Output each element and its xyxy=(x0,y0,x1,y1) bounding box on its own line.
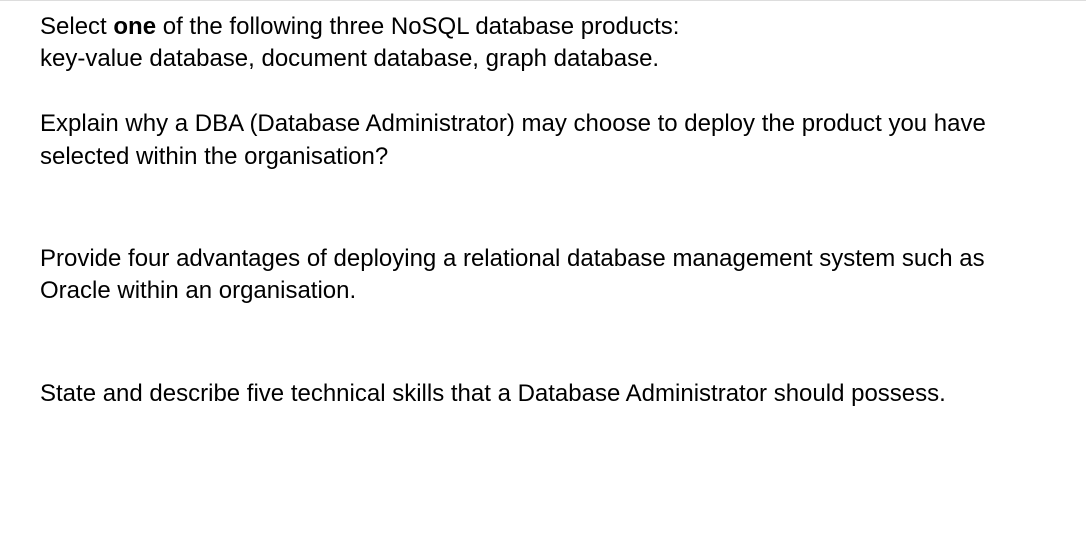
question-1-prompt: Explain why a DBA (Database Administrato… xyxy=(40,108,1046,173)
question-3: State and describe five technical skills… xyxy=(40,378,1046,410)
question-2: Provide four advantages of deploying a r… xyxy=(40,243,1046,308)
question-1-options: key-value database, document database, g… xyxy=(40,43,1046,75)
question-3-text: State and describe five technical skills… xyxy=(40,378,1046,410)
text-segment: of the following three NoSQL database pr… xyxy=(156,13,679,40)
text-segment: Select xyxy=(40,13,113,40)
question-1: Select one of the following three NoSQL … xyxy=(40,11,1046,173)
emphasized-word: one xyxy=(113,13,156,40)
question-2-text: Provide four advantages of deploying a r… xyxy=(40,243,1046,308)
question-1-intro: Select one of the following three NoSQL … xyxy=(40,11,1046,43)
